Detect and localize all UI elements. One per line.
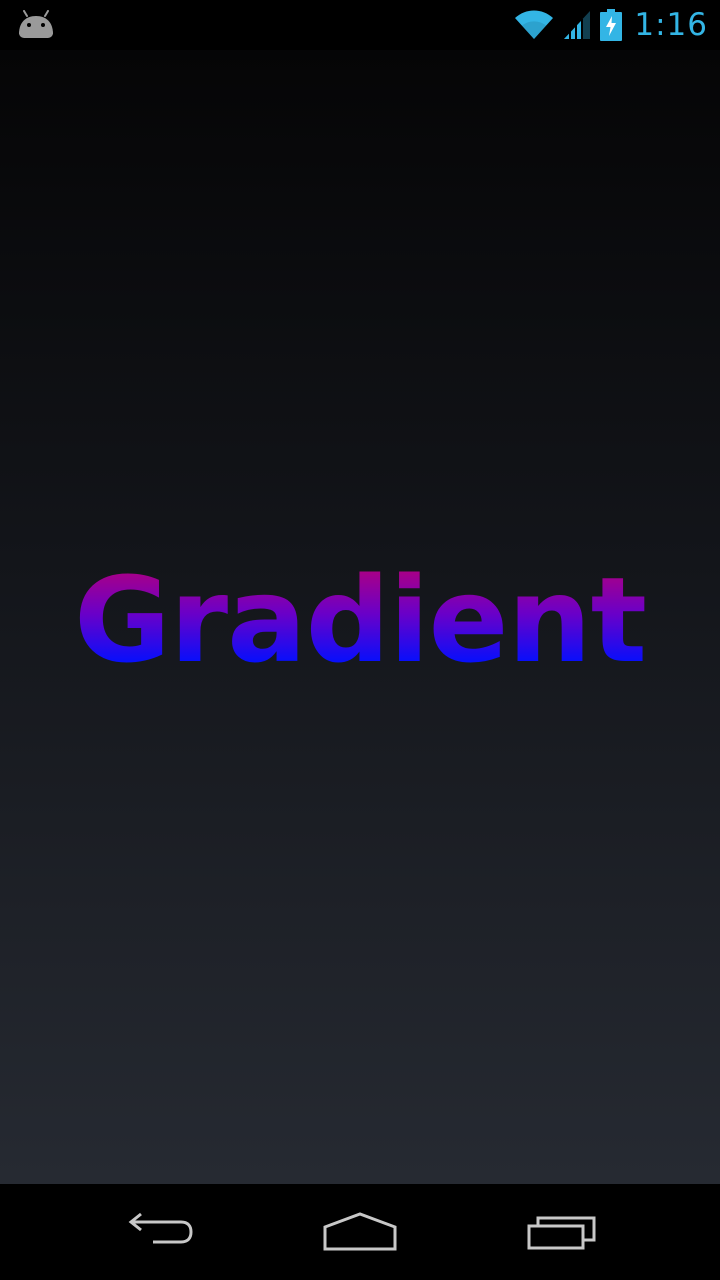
navigation-bar — [0, 1184, 720, 1280]
back-icon — [128, 1212, 193, 1244]
status-clock: 1:16 — [634, 7, 708, 43]
back-button[interactable] — [110, 1202, 210, 1262]
home-icon — [323, 1212, 397, 1251]
gradient-text: Gradient — [0, 555, 720, 685]
battery-charging-icon — [600, 9, 623, 41]
recents-icon — [527, 1216, 596, 1250]
recents-button[interactable] — [512, 1202, 612, 1262]
device-screen: 1:16 Gradient — [0, 0, 720, 1280]
app-content: Gradient — [0, 50, 720, 1184]
status-icons: 1:16 — [514, 6, 708, 44]
android-icon — [19, 10, 53, 38]
wifi-icon — [515, 10, 554, 39]
home-button[interactable] — [310, 1202, 410, 1262]
signal-icon — [564, 11, 591, 39]
status-bar: 1:16 — [0, 0, 720, 50]
